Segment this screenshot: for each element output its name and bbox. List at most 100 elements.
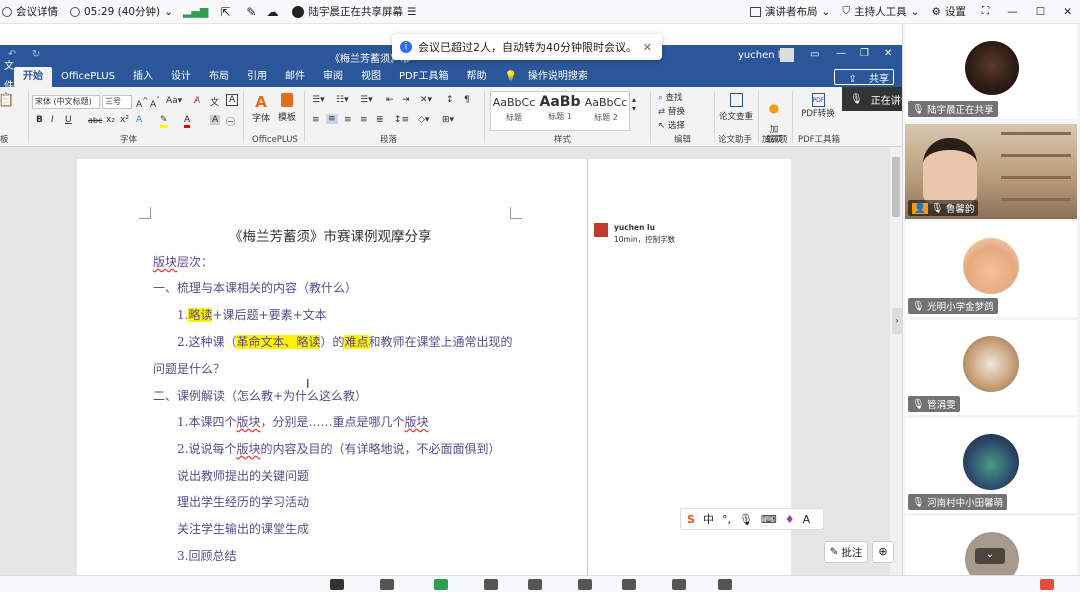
menu-home[interactable]: 开始 [14, 67, 52, 87]
clear-format-icon[interactable]: A̸ [194, 96, 200, 106]
text-effect-icon[interactable]: A [136, 115, 142, 125]
sharing-indicator[interactable]: 陆宇晨正在共享屏幕 ☰ [292, 4, 416, 19]
keyboard-icon[interactable]: ⌨ [761, 513, 777, 526]
cloud-record-icon[interactable]: ☁ [266, 5, 278, 19]
font-name-select[interactable]: 宋体 (中文标题) [32, 95, 100, 109]
numbering-icon[interactable]: ☷▾ [336, 95, 349, 105]
find-button[interactable]: ⌕ 查找 [658, 91, 682, 103]
shading-icon[interactable]: A [210, 115, 221, 125]
comment-card[interactable]: yuchen lu 10min，控制字数 [594, 223, 675, 245]
borders-icon[interactable]: ⊞▾ [442, 115, 454, 125]
video-tile[interactable] [905, 516, 1077, 586]
font-button[interactable]: A 字体 [250, 93, 272, 124]
enclose-char-icon[interactable]: ㊀ [226, 115, 235, 128]
user-avatar[interactable] [780, 48, 794, 62]
show-marks-icon[interactable]: ¶ [464, 95, 470, 105]
video-tile[interactable]: 👤 🎙 鲁馨韵 [905, 124, 1077, 219]
chat-icon[interactable] [578, 579, 592, 590]
camera-icon[interactable] [380, 579, 394, 590]
increase-indent-icon[interactable]: ⇥ [402, 95, 410, 105]
minimize-icon[interactable]: — [1007, 6, 1018, 18]
members-icon[interactable] [528, 579, 542, 590]
justify-icon[interactable]: ≡ [360, 115, 368, 125]
shrink-font-icon[interactable]: Aˇ [150, 96, 160, 110]
paste-icon[interactable]: 📋 [0, 93, 14, 108]
tell-me-search[interactable]: 操作说明搜索 [526, 67, 597, 87]
highlight-icon[interactable]: ✎ [160, 115, 168, 128]
zoom-button[interactable]: ⊕ [872, 541, 894, 563]
phonetic-icon[interactable]: 文 [210, 95, 219, 108]
meeting-details-button[interactable]: 会议详情 [2, 4, 58, 19]
grow-font-icon[interactable]: A^ [136, 96, 148, 110]
menu-view[interactable]: 视图 [352, 67, 390, 87]
panel-collapse-handle[interactable]: › [892, 308, 902, 334]
menu-officeplus[interactable]: OfficePLUS [52, 67, 124, 87]
multilevel-icon[interactable]: ☰▾ [360, 95, 373, 105]
skin-icon[interactable]: ♦ [785, 513, 795, 526]
style-title[interactable]: AaBbCc 标题 [491, 92, 537, 130]
punctuation-icon[interactable]: °, [722, 513, 731, 526]
video-tile[interactable]: 🎙 河南村中小田馨萌 [905, 418, 1077, 513]
popout-icon[interactable]: ⇱ [220, 5, 230, 19]
signal-icon[interactable]: ▂▄▆ [183, 5, 208, 18]
distribute-icon[interactable]: ≣ [376, 115, 384, 125]
paper-check-button[interactable]: 论文查重 [718, 93, 754, 122]
pdf-convert-button[interactable]: PDF PDF转换 [798, 93, 838, 119]
no-draw-icon[interactable]: ✎ [246, 5, 256, 19]
video-tile[interactable]: 🎙 管涓雯 [905, 320, 1077, 415]
menu-help[interactable]: 帮助 [457, 67, 495, 87]
record-icon[interactable] [622, 579, 636, 590]
decrease-indent-icon[interactable]: ⇤ [386, 95, 394, 105]
bullets-icon[interactable]: ☰▾ [312, 95, 325, 105]
menu-pdf-tools[interactable]: PDF工具箱 [390, 67, 457, 87]
line-spacing-icon[interactable]: ↕≡ [394, 115, 409, 125]
menu-insert[interactable]: 插入 [124, 67, 162, 87]
close-icon[interactable]: ✕ [884, 48, 892, 59]
settings-icon[interactable] [718, 579, 732, 590]
scrollbar-thumb[interactable] [892, 157, 900, 217]
style-heading-1[interactable]: AaBb 标题 1 [537, 92, 583, 130]
panel-scroll-down[interactable]: ⌄ [975, 548, 1005, 564]
menu-design[interactable]: 设计 [162, 67, 200, 87]
styles-scroll-icon[interactable]: ▴ ▾ [632, 95, 636, 113]
sogou-icon[interactable]: S [687, 513, 695, 526]
font-size-select[interactable]: 三号 [102, 95, 132, 109]
vertical-scrollbar[interactable] [890, 147, 902, 575]
select-button[interactable]: ↖ 选择 [658, 119, 685, 131]
sort-icon[interactable]: ↕ [446, 95, 454, 105]
close-icon[interactable]: ✕ [1063, 6, 1072, 18]
mic-icon[interactable] [330, 579, 344, 590]
document-page[interactable]: 《梅兰芳蓄须》市赛课例观摩分享 版块层次： 一、梳理与本课相关的内容（教什么） … [77, 159, 587, 575]
char-border-icon[interactable]: A [226, 94, 239, 106]
share-screen-icon[interactable] [434, 579, 448, 590]
style-heading-2[interactable]: AaBbCc 标题 2 [583, 92, 629, 130]
superscript-icon[interactable]: x² [120, 115, 129, 125]
menu-mailings[interactable]: 邮件 [276, 67, 314, 87]
menu-references[interactable]: 引用 [238, 67, 276, 87]
italic-icon[interactable]: I [51, 115, 54, 125]
chinese-layout-icon[interactable]: ✕▾ [420, 95, 432, 105]
replace-button[interactable]: ⇄ 替换 [658, 105, 685, 117]
underline-icon[interactable]: U [65, 115, 72, 125]
font-color-icon[interactable]: A [184, 115, 191, 128]
maximize-icon[interactable]: ☐ [1036, 6, 1045, 18]
redo-icon[interactable]: ↻ [32, 49, 40, 60]
leave-icon[interactable] [1040, 579, 1054, 590]
mic-icon[interactable]: 🎙 [739, 513, 753, 526]
share-button[interactable]: ⇪ 共享 [834, 69, 894, 85]
close-icon[interactable]: ✕ [643, 41, 652, 54]
align-left-icon[interactable]: ≡ [312, 115, 320, 125]
minimize-icon[interactable]: — [836, 48, 846, 59]
fullscreen-icon[interactable]: ⛶ [982, 5, 989, 18]
align-center-icon[interactable]: ≡ [326, 114, 338, 124]
meeting-timer[interactable]: 05:29 (40分钟) ⌄ [70, 4, 173, 19]
menu-review[interactable]: 审阅 [314, 67, 352, 87]
video-tile[interactable]: 🎙 光明小学金梦鸽 [905, 222, 1077, 317]
ime-mode-label[interactable]: 中 [703, 511, 714, 527]
video-tile[interactable]: 🎙 陆宇晨正在共享 [905, 24, 1077, 119]
subscript-icon[interactable]: x₂ [106, 115, 115, 125]
paragraph-shading-icon[interactable]: ◇▾ [418, 115, 429, 125]
host-tools-button[interactable]: ⛉ 主持人工具 ⌄ [842, 4, 919, 19]
strikethrough-icon[interactable]: abc [88, 116, 102, 125]
annotate-button[interactable]: ✎ 批注 [824, 541, 868, 563]
